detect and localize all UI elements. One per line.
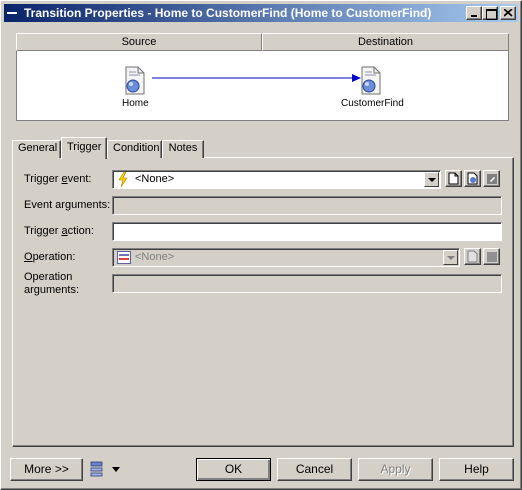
trigger-action-label: Trigger action:: [24, 225, 94, 237]
help-button[interactable]: Help: [439, 458, 514, 481]
operation-arguments-field: [112, 274, 502, 293]
trigger-event-combo[interactable]: <None>: [112, 170, 441, 189]
source-header: Source: [16, 33, 262, 51]
trigger-event-label: Trigger event:: [24, 173, 92, 185]
transition-diagram: Home CustomerFind: [16, 51, 509, 121]
chevron-down-icon: [443, 250, 458, 265]
title-bar[interactable]: Transition Properties - Home to Customer…: [4, 4, 518, 22]
apply-button: Apply: [358, 458, 433, 481]
destination-node-label: CustomerFind: [341, 98, 404, 109]
new-document-icon: [448, 172, 459, 185]
tab-notes[interactable]: Notes: [162, 140, 204, 158]
ok-button[interactable]: OK: [196, 458, 271, 481]
trigger-action-input[interactable]: [112, 222, 502, 241]
create-event-button[interactable]: [445, 170, 462, 187]
properties-icon: [487, 252, 497, 262]
more-button[interactable]: More >>: [10, 458, 83, 481]
properties-event-button[interactable]: [483, 170, 500, 187]
lightning-icon: [118, 172, 128, 187]
state-node-icon[interactable]: [359, 66, 383, 96]
tab-general[interactable]: General: [12, 140, 61, 158]
close-button[interactable]: [500, 6, 516, 20]
chevron-down-icon[interactable]: [424, 172, 439, 187]
event-arguments-field: [112, 196, 502, 215]
properties-icon: [487, 174, 497, 184]
minimize-button[interactable]: [466, 6, 482, 20]
tab-condition[interactable]: Condition: [107, 140, 162, 158]
chevron-down-icon: [112, 467, 120, 472]
state-node-icon[interactable]: [123, 66, 147, 96]
browse-object-icon: [467, 172, 478, 185]
select-event-button[interactable]: [464, 170, 481, 187]
select-operation-button: [464, 248, 481, 265]
tab-trigger[interactable]: Trigger: [61, 137, 107, 159]
transition-arrow: [152, 74, 361, 82]
source-node-label: Home: [122, 98, 149, 109]
operation-value: <None>: [135, 251, 175, 263]
operation-combo: <None>: [112, 248, 460, 267]
destination-header: Destination: [262, 33, 509, 51]
window-menu-icon[interactable]: [7, 12, 17, 14]
window-title: Transition Properties - Home to Customer…: [24, 6, 432, 20]
palette-menu-button[interactable]: [89, 461, 125, 479]
operation-arguments-label: Operation arguments:: [24, 271, 80, 296]
toolbar-icon: [90, 461, 103, 477]
new-document-icon: [467, 250, 478, 263]
event-arguments-label: Event arguments:: [24, 199, 111, 211]
trigger-event-value: <None>: [135, 173, 175, 185]
operation-icon: [117, 251, 131, 264]
transition-properties-dialog: Transition Properties - Home to Customer…: [0, 0, 522, 490]
operation-label: Operation:: [24, 251, 76, 263]
close-icon: [504, 9, 513, 17]
maximize-button[interactable]: [482, 6, 498, 20]
cancel-button[interactable]: Cancel: [277, 458, 352, 481]
properties-operation-button: [483, 248, 500, 265]
